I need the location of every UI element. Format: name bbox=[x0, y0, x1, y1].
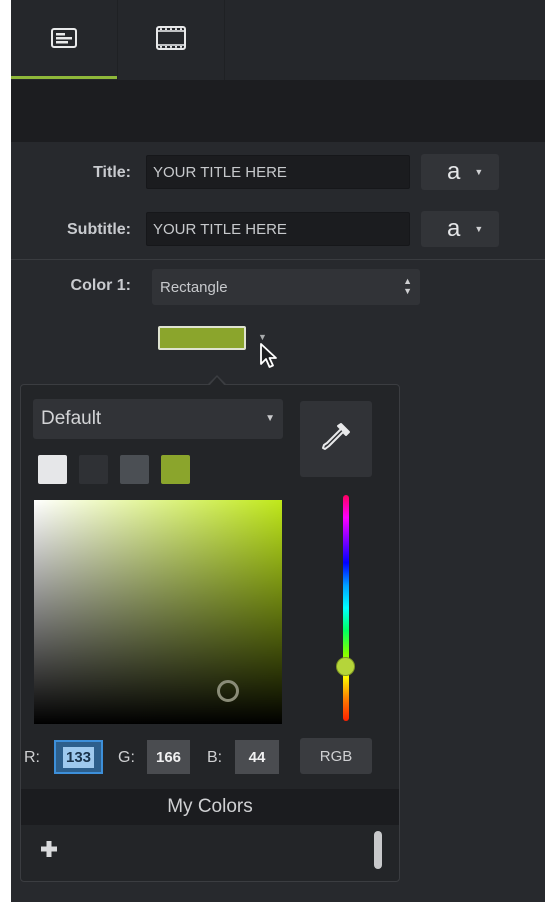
add-color-button[interactable] bbox=[39, 839, 59, 859]
stepper-arrows-icon: ▲ ▼ bbox=[403, 276, 412, 296]
chevron-down-icon: ▼ bbox=[265, 413, 275, 424]
hue-slider-handle[interactable] bbox=[336, 657, 355, 676]
color-picker-popover: Default ▼ R: 133 G: 166 B: 44 RGB My Col… bbox=[20, 375, 400, 882]
title-font-button[interactable]: a ▼ bbox=[421, 154, 499, 190]
properties-panel-icon bbox=[51, 27, 77, 53]
subtitle-font-button[interactable]: a ▼ bbox=[421, 211, 499, 247]
eyedropper-button[interactable] bbox=[300, 401, 372, 477]
saturation-value-field[interactable] bbox=[34, 500, 282, 724]
properties-panel: Title: YOUR TITLE HERE a ▼ Subtitle: YOU… bbox=[11, 0, 545, 902]
color1-shape-select[interactable]: Rectangle ▲ ▼ bbox=[152, 269, 420, 305]
color1-label: Color 1: bbox=[70, 277, 131, 294]
chevron-down-icon: ▼ bbox=[258, 332, 267, 342]
tab-video[interactable] bbox=[117, 0, 225, 80]
swatch-olive-green[interactable] bbox=[161, 455, 190, 484]
hue-slider[interactable] bbox=[343, 495, 349, 721]
title-font-glyph: a bbox=[447, 158, 461, 185]
palette-preset-select[interactable]: Default ▼ bbox=[33, 399, 283, 439]
r-input[interactable]: 133 bbox=[54, 740, 103, 774]
swatch-slate-gray[interactable] bbox=[120, 455, 149, 484]
panel-header-band bbox=[11, 80, 545, 142]
mouse-pointer-icon bbox=[259, 342, 279, 375]
color1-shape-value: Rectangle bbox=[160, 278, 228, 296]
subtitle-font-glyph: a bbox=[447, 215, 461, 242]
r-label: R: bbox=[24, 749, 40, 766]
active-tab-indicator bbox=[11, 76, 117, 79]
r-value: 133 bbox=[62, 746, 95, 768]
subtitle-label: Subtitle: bbox=[67, 221, 131, 238]
b-label: B: bbox=[207, 749, 223, 766]
panel-tabs bbox=[11, 0, 545, 80]
b-input[interactable]: 44 bbox=[235, 740, 279, 774]
tab-properties[interactable] bbox=[11, 0, 117, 80]
color-swatch-button[interactable]: ▼ bbox=[152, 318, 276, 358]
color-mode-button[interactable]: RGB bbox=[300, 738, 372, 774]
chevron-down-icon: ▼ bbox=[474, 167, 484, 177]
palette-preset-value: Default bbox=[41, 408, 102, 429]
plus-icon bbox=[39, 841, 59, 863]
divider bbox=[11, 259, 545, 260]
title-label: Title: bbox=[93, 164, 131, 181]
saturation-value-handle[interactable] bbox=[217, 680, 239, 702]
subtitle-field[interactable]: YOUR TITLE HERE bbox=[146, 212, 410, 246]
swatch-dark-gray[interactable] bbox=[79, 455, 108, 484]
my-colors-header: My Colors bbox=[21, 789, 399, 825]
eyedropper-icon bbox=[319, 420, 353, 459]
swatch-light-gray[interactable] bbox=[38, 455, 67, 484]
film-strip-icon bbox=[156, 25, 186, 55]
current-color-swatch bbox=[158, 326, 246, 350]
title-field[interactable]: YOUR TITLE HERE bbox=[146, 155, 410, 189]
g-input[interactable]: 166 bbox=[147, 740, 190, 774]
my-colors-scrollbar[interactable] bbox=[374, 831, 382, 869]
g-label: G: bbox=[118, 749, 135, 766]
chevron-down-icon: ▼ bbox=[474, 224, 484, 234]
